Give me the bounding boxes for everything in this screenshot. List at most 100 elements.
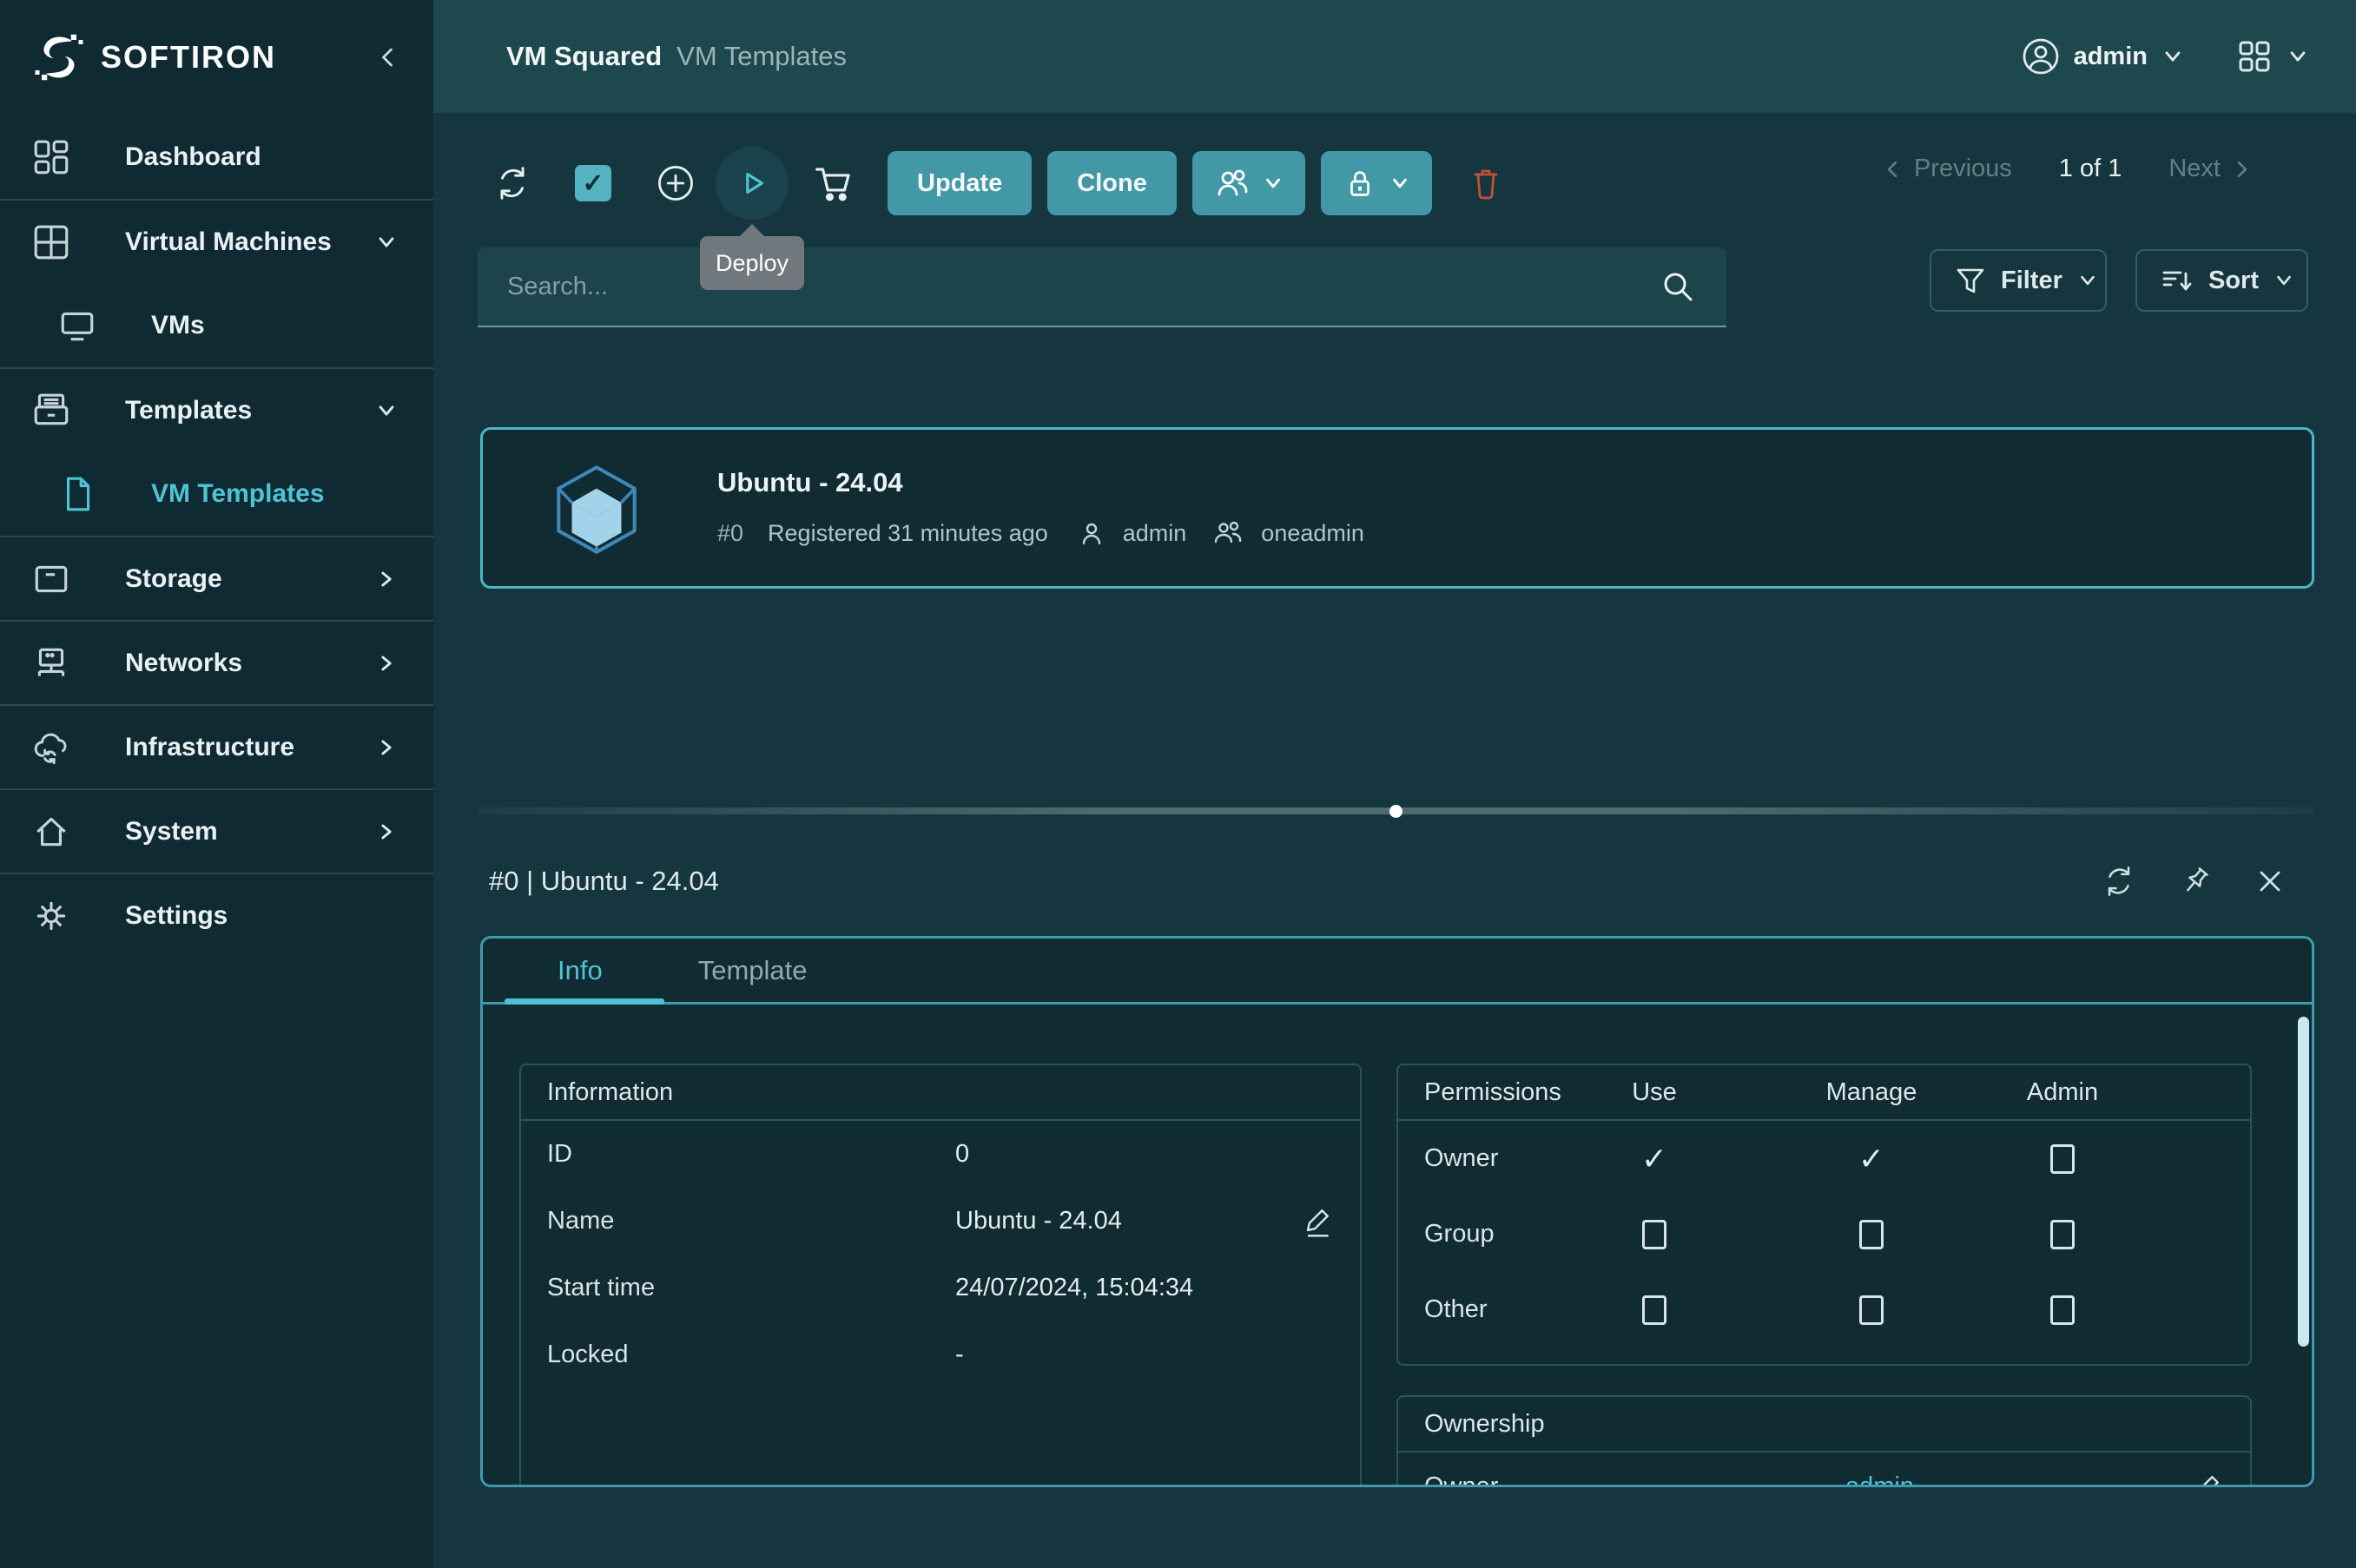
vm-templates-icon — [57, 474, 97, 514]
permission-checkbox[interactable]: ✓ — [1641, 1141, 1667, 1177]
chevron-right-icon — [374, 567, 399, 591]
cart-icon[interactable] — [812, 161, 855, 205]
col-admin: Admin — [2027, 1078, 2098, 1107]
previous-page-button[interactable]: Previous — [1881, 155, 2012, 183]
chevron-down-icon — [1389, 172, 1411, 194]
chevron-down-icon — [2286, 44, 2310, 69]
permission-checkbox[interactable] — [1642, 1220, 1666, 1249]
sidebar-item-storage[interactable]: Storage — [0, 536, 433, 620]
chevron-down-icon — [1262, 172, 1284, 194]
edit-name-icon[interactable] — [1299, 1204, 1334, 1239]
template-owner: admin — [1123, 520, 1187, 547]
delete-button[interactable] — [1467, 164, 1505, 202]
template-id: #0 — [717, 520, 743, 547]
panel-resize-handle[interactable] — [478, 807, 2314, 814]
ownership-dropdown-button[interactable] — [1192, 151, 1305, 215]
row-value: Ubuntu - 24.04 — [955, 1207, 1122, 1235]
main-content: Update Clone — [433, 113, 2356, 1568]
sidebar-item-vms[interactable]: VMs — [0, 283, 433, 367]
system-icon — [31, 812, 71, 852]
sort-icon — [2160, 263, 2194, 298]
sidebar-item-settings[interactable]: Settings — [0, 873, 433, 957]
sidebar-item-label: Infrastructure — [125, 733, 294, 762]
row-value: 24/07/2024, 15:04:34 — [955, 1274, 1193, 1302]
people-icon — [1212, 517, 1244, 549]
sidebar-nav: Dashboard Virtual Machines VMs — [0, 115, 433, 957]
users-icon — [1213, 164, 1251, 202]
sidebar-item-label: Networks — [125, 649, 242, 678]
info-row-locked: Locked - — [521, 1321, 1360, 1388]
info-row-id: ID 0 — [521, 1121, 1360, 1188]
chevron-right-icon — [374, 820, 399, 844]
row-label: Owner — [1398, 1144, 1585, 1173]
filter-button[interactable]: Filter — [1930, 249, 2107, 312]
apps-menu[interactable] — [2235, 37, 2310, 76]
permission-checkbox[interactable] — [1642, 1295, 1666, 1325]
dashboard-icon — [31, 137, 71, 177]
col-use: Use — [1632, 1078, 1677, 1107]
row-value: 0 — [955, 1140, 969, 1169]
sidebar-collapse-icon[interactable] — [374, 44, 400, 70]
search-icon[interactable] — [1659, 267, 1697, 306]
clone-button[interactable]: Clone — [1047, 151, 1177, 215]
row-label: Name — [547, 1207, 955, 1235]
update-button[interactable]: Update — [888, 151, 1032, 215]
sidebar-item-dashboard[interactable]: Dashboard — [0, 115, 433, 199]
sidebar-item-virtual-machines[interactable]: Virtual Machines — [0, 199, 433, 283]
sidebar-item-system[interactable]: System — [0, 788, 433, 873]
sort-button[interactable]: Sort — [2135, 249, 2308, 312]
refresh-button[interactable] — [492, 163, 532, 203]
tab-template[interactable]: Template — [698, 955, 808, 986]
networks-icon — [31, 643, 71, 683]
row-label: ID — [547, 1140, 955, 1169]
toolbar: Update Clone — [433, 144, 1505, 222]
info-row-name: Name Ubuntu - 24.04 — [521, 1188, 1360, 1255]
vm-template-card[interactable]: Ubuntu - 24.04 #0 Registered 31 minutes … — [480, 427, 2314, 589]
permission-checkbox[interactable] — [1859, 1220, 1884, 1249]
sidebar-item-networks[interactable]: Networks — [0, 620, 433, 704]
chevron-down-icon — [2161, 44, 2185, 69]
sidebar-item-label: Storage — [125, 564, 222, 594]
user-menu[interactable]: admin — [2021, 36, 2185, 76]
edit-owner-icon[interactable] — [2189, 1469, 2224, 1487]
permissions-section: Permissions Use Manage Admin Owner ✓ ✓ G… — [1396, 1064, 2252, 1366]
virtual-machines-icon — [31, 222, 71, 262]
template-group: oneadmin — [1261, 520, 1364, 547]
detail-refresh-icon[interactable] — [2101, 863, 2137, 899]
detail-tabs: Info Template — [483, 939, 2312, 1005]
permission-checkbox[interactable] — [2050, 1295, 2075, 1325]
permission-checkbox[interactable]: ✓ — [1858, 1141, 1884, 1177]
search-input[interactable] — [507, 273, 1659, 301]
detail-title: #0 | Ubuntu - 24.04 — [489, 866, 719, 897]
col-manage: Manage — [1826, 1078, 1917, 1107]
page-title: VM Squared — [506, 41, 662, 72]
create-button[interactable] — [655, 162, 696, 204]
chevron-left-icon — [1881, 158, 1904, 181]
permissions-header: Permissions Use Manage Admin — [1398, 1065, 2250, 1121]
pin-icon[interactable] — [2177, 863, 2214, 899]
lock-dropdown-button[interactable] — [1321, 151, 1432, 215]
detail-scrollbar[interactable] — [2298, 1017, 2309, 1347]
sidebar-item-label: Templates — [125, 396, 252, 425]
sidebar-item-vm-templates[interactable]: VM Templates — [0, 451, 433, 536]
permission-row-other: Other — [1398, 1272, 2250, 1347]
deploy-button[interactable] — [716, 147, 789, 220]
owner-value-link[interactable]: admin — [1845, 1472, 1914, 1488]
select-all-checkbox[interactable] — [575, 165, 611, 201]
close-icon[interactable] — [2254, 865, 2287, 898]
tab-info[interactable]: Info — [558, 955, 603, 986]
softiron-logo-icon — [33, 31, 85, 83]
user-name: admin — [2074, 43, 2148, 71]
sidebar-item-templates[interactable]: Templates — [0, 367, 433, 451]
permission-checkbox[interactable] — [2050, 1220, 2075, 1249]
active-tab-underline — [505, 998, 664, 1005]
information-section: Information ID 0 Name Ubuntu - 24.04 Sta… — [519, 1064, 1362, 1487]
permission-checkbox[interactable] — [1859, 1295, 1884, 1325]
sidebar-item-infrastructure[interactable]: Infrastructure — [0, 704, 433, 788]
page-subtitle: VM Templates — [676, 41, 847, 72]
next-page-button[interactable]: Next — [2168, 155, 2254, 183]
detail-header: #0 | Ubuntu - 24.04 — [489, 863, 2287, 899]
person-icon — [1078, 519, 1105, 547]
permission-checkbox[interactable] — [2050, 1144, 2075, 1174]
template-registered: Registered 31 minutes ago — [768, 520, 1048, 547]
